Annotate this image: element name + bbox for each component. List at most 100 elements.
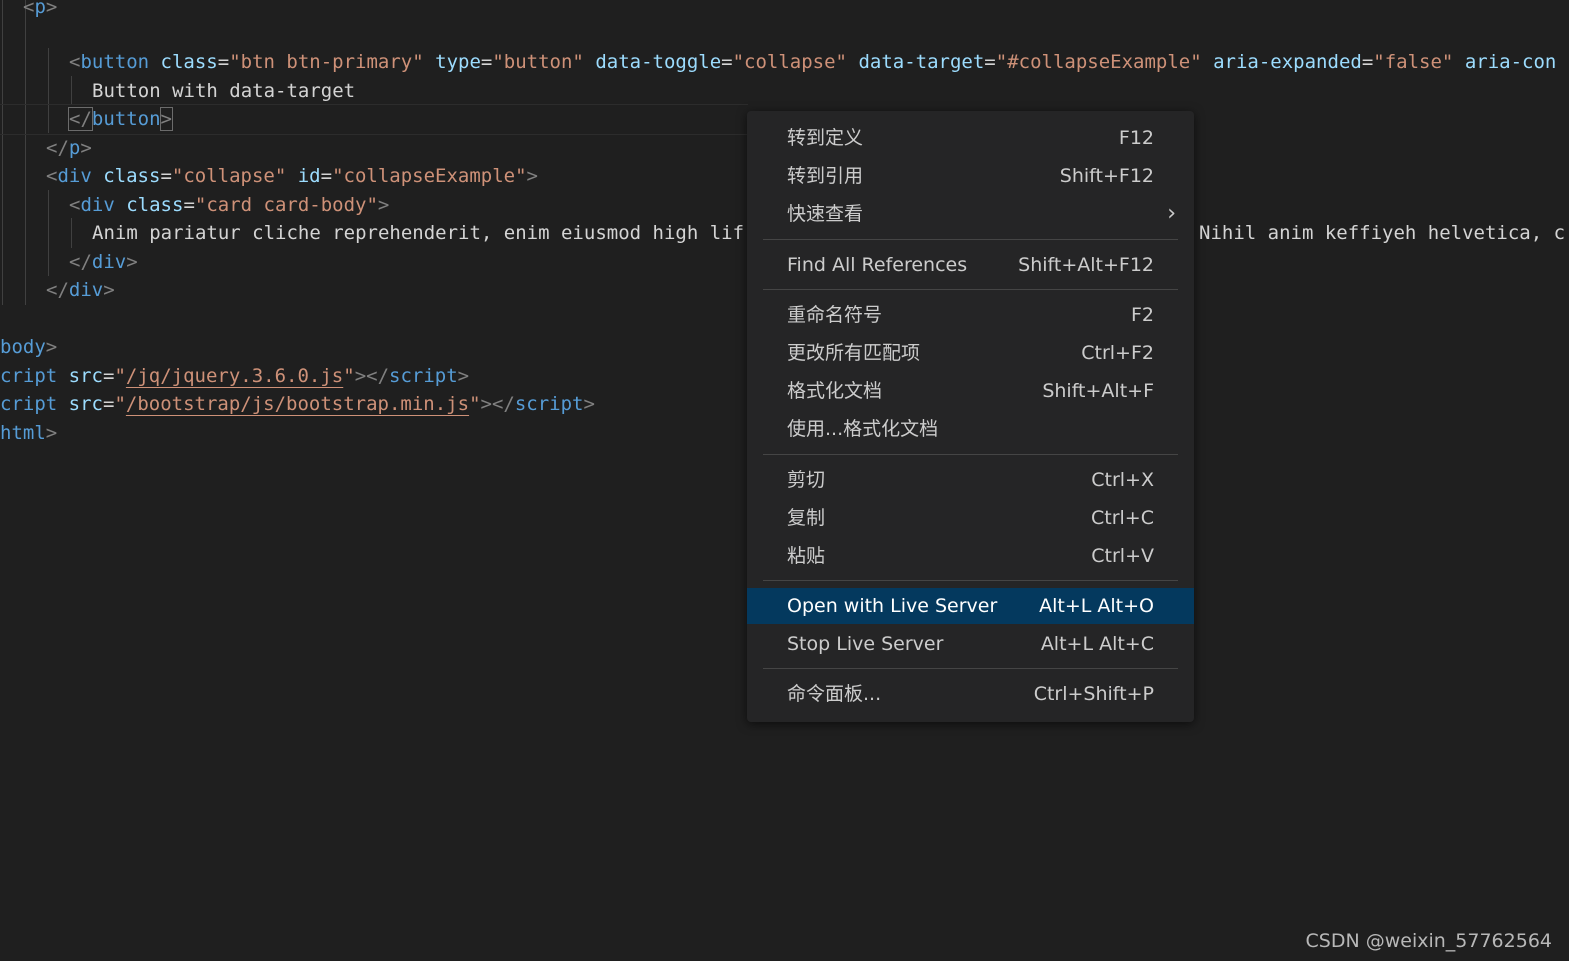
equals: = — [217, 51, 230, 73]
menu-item-go-to-references[interactable]: 转到引用 Shift+F12 — [747, 158, 1194, 194]
menu-item-command-palette[interactable]: 命令面板... Ctrl+Shift+P — [747, 676, 1194, 712]
tag-name: p — [68, 137, 81, 159]
attr-name: aria-con — [1464, 51, 1557, 73]
equals: = — [102, 393, 115, 415]
menu-item-shortcut: Shift+Alt+F12 — [1018, 254, 1154, 276]
code-line-3[interactable]: Button with data-target — [92, 77, 355, 105]
punct: < — [46, 165, 58, 187]
menu-item-stop-live-server[interactable]: Stop Live Server Alt+L Alt+C — [747, 626, 1194, 662]
text-content: Nihil anim keffiyeh helvetica, c — [1199, 222, 1566, 244]
menu-item-copy[interactable]: 复制 Ctrl+C — [747, 500, 1194, 536]
indent-guide — [2, 0, 3, 305]
equals: = — [1361, 51, 1374, 73]
menu-item-label: Open with Live Server — [787, 595, 998, 617]
menu-item-shortcut: Ctrl+Shift+P — [1033, 683, 1154, 705]
equals: = — [160, 165, 172, 187]
menu-separator — [763, 239, 1178, 240]
punct: > — [80, 137, 92, 159]
attr-name: class — [103, 165, 161, 187]
code-line-8[interactable]: Anim pariatur cliche reprehenderit, enim… — [92, 219, 744, 247]
menu-item-shortcut: Alt+L Alt+C — [1040, 633, 1154, 655]
code-line-6[interactable]: <div class="collapse" id="collapseExampl… — [46, 162, 538, 190]
indent-guide — [71, 218, 72, 248]
menu-item-format-document[interactable]: 格式化文档 Shift+Alt+F — [747, 373, 1194, 409]
src-link[interactable]: /bootstrap/js/bootstrap.min.js — [126, 393, 469, 415]
attr-name: type — [435, 51, 481, 73]
menu-item-label: 使用...格式化文档 — [787, 418, 939, 440]
code-line-2[interactable]: <button class="btn btn-primary" type="bu… — [69, 48, 1556, 76]
code-line-11[interactable]: body> — [0, 333, 57, 361]
indent-guide — [71, 76, 72, 105]
attr-name: class — [126, 194, 184, 216]
code-line-14[interactable]: html> — [0, 419, 57, 447]
menu-item-label: 粘贴 — [787, 545, 826, 567]
equals: = — [183, 194, 195, 216]
indent-guide — [25, 0, 26, 305]
menu-item-go-to-definition[interactable]: 转到定义 F12 — [747, 120, 1194, 156]
code-line-13[interactable]: cript src="/bootstrap/js/bootstrap.min.j… — [0, 390, 595, 418]
menu-separator — [763, 289, 1178, 290]
punct: </ — [46, 279, 69, 301]
attr-name: aria-expanded — [1213, 51, 1362, 73]
src-link[interactable]: /jq/jquery.3.6.0.js — [126, 365, 343, 387]
attr-value: "false" — [1373, 51, 1454, 73]
indent-guide — [48, 190, 49, 276]
menu-item-format-document-with[interactable]: 使用...格式化文档 — [747, 411, 1194, 447]
code-line-1[interactable]: <p> — [23, 0, 57, 21]
tag-name: script — [514, 393, 584, 415]
tag-name: div — [80, 194, 115, 216]
tag-name: div — [91, 251, 127, 273]
punct: < — [69, 194, 81, 216]
menu-item-open-with-live-server[interactable]: Open with Live Server Alt+L Alt+O — [747, 588, 1194, 624]
punct: > — [159, 107, 174, 131]
punct: < — [69, 51, 81, 73]
attr-value: "button" — [492, 51, 584, 73]
punct: </ — [69, 251, 92, 273]
code-line-9[interactable]: </div> — [69, 248, 138, 276]
menu-item-label: 命令面板... — [787, 683, 882, 705]
code-line-7[interactable]: <div class="card card-body"> — [69, 191, 389, 219]
menu-item-shortcut: Alt+L Alt+O — [1039, 595, 1154, 617]
attr-value: "btn btn-primary" — [229, 51, 424, 73]
tag-name: div — [57, 165, 92, 187]
menu-item-peek[interactable]: 快速查看 › — [747, 196, 1194, 232]
punct: </ — [68, 107, 93, 131]
menu-item-label: Stop Live Server — [787, 633, 944, 655]
attr-name: src — [68, 393, 103, 415]
code-line-4[interactable]: </button> — [68, 105, 174, 133]
attr-value: "collapse" — [171, 165, 287, 187]
menu-item-find-all-references[interactable]: Find All References Shift+Alt+F12 — [747, 247, 1194, 283]
code-line-10[interactable]: </div> — [46, 276, 115, 304]
menu-item-paste[interactable]: 粘贴 Ctrl+V — [747, 538, 1194, 574]
tag-name: script — [389, 365, 458, 387]
attr-name: src — [68, 365, 103, 387]
punct: > — [45, 336, 58, 358]
menu-item-shortcut: F12 — [1118, 127, 1154, 149]
code-line-12[interactable]: cript src="/jq/jquery.3.6.0.js"></script… — [0, 362, 469, 390]
equals: = — [102, 365, 115, 387]
menu-item-label: 更改所有匹配项 — [787, 342, 921, 364]
menu-separator — [763, 668, 1178, 669]
equals: = — [984, 51, 996, 73]
menu-item-label: 复制 — [787, 507, 826, 529]
menu-item-rename-symbol[interactable]: 重命名符号 F2 — [747, 297, 1194, 333]
punct: < — [23, 0, 35, 18]
punct: > — [457, 365, 470, 387]
tag-name: cript — [0, 365, 58, 387]
menu-item-label: 转到引用 — [787, 165, 864, 187]
code-line-5[interactable]: </p> — [46, 134, 92, 162]
attr-value: "#collapseExample" — [995, 51, 1202, 73]
menu-item-shortcut: F2 — [1130, 304, 1154, 326]
menu-item-change-all-occurrences[interactable]: 更改所有匹配项 Ctrl+F2 — [747, 335, 1194, 371]
tag-name: div — [68, 279, 104, 301]
menu-item-label: 转到定义 — [787, 127, 864, 149]
watermark: CSDN @weixin_57762564 — [1305, 930, 1553, 952]
code-line-8-continued[interactable]: Nihil anim keffiyeh helvetica, c — [1199, 219, 1565, 247]
tag-name: button — [80, 51, 150, 73]
equals: = — [480, 51, 493, 73]
punct: </ — [46, 137, 69, 159]
punct: > — [45, 0, 58, 18]
quote: " — [114, 365, 126, 387]
menu-item-cut[interactable]: 剪切 Ctrl+X — [747, 462, 1194, 498]
attr-name: data-toggle — [595, 51, 722, 73]
